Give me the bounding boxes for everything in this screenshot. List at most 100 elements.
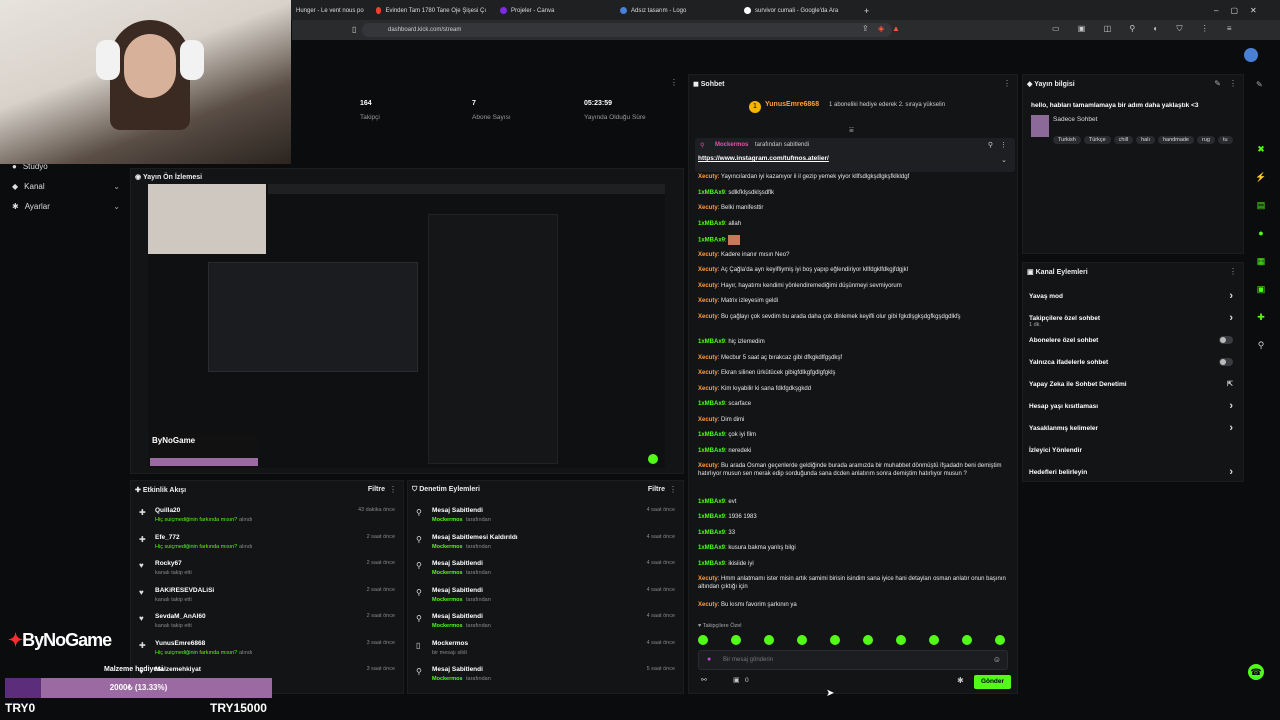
panel-menu-icon[interactable]: ⋮ <box>389 485 397 494</box>
chat-username[interactable]: 1xMBAx9 <box>698 530 725 536</box>
stream-tag[interactable]: handmade <box>1158 136 1194 144</box>
chat-message[interactable]: Xecuty: Mecbur 5 saat aç bırakcaz gibi d… <box>698 354 1010 362</box>
pinned-link[interactable]: https://www.instagram.com/tufmos.atelier… <box>698 155 829 162</box>
channel-action-item[interactable]: Yasaklanmış kelimeler › <box>1029 422 1239 434</box>
toolbar-button[interactable]: ▤ <box>1254 198 1268 212</box>
toolbar-button[interactable]: ▣ <box>1254 282 1268 296</box>
panel-menu-icon[interactable]: ⋮ <box>1229 267 1237 276</box>
emoji-icon[interactable]: ☺ <box>993 655 1001 664</box>
minimize-icon[interactable]: – <box>1214 6 1218 15</box>
chat-username[interactable]: Xecuty <box>698 355 718 361</box>
chat-message[interactable]: 1xMBAx9: ikisiide iyi <box>698 560 1010 568</box>
emote-icon[interactable] <box>731 635 741 645</box>
chat-message[interactable]: 1xMBAx9: 1936 1983 <box>698 513 1010 521</box>
brave-shield-icon[interactable]: ◈ <box>878 24 884 33</box>
bookmark-icon[interactable]: ▯ <box>352 25 356 34</box>
chat-username[interactable]: 1xMBAx9 <box>698 432 725 438</box>
chevron-right-icon[interactable]: › <box>1229 290 1233 302</box>
chat-username[interactable]: 1xMBAx9 <box>698 561 725 567</box>
toggle-switch[interactable] <box>1219 358 1233 366</box>
channel-action-item[interactable]: Yapay Zeka ile Sohbet Denetimi ⇱ <box>1029 381 1239 388</box>
filter-button[interactable]: Filtre <box>368 486 385 493</box>
stream-tag[interactable]: tu <box>1217 136 1233 144</box>
chat-username[interactable]: 1xMBAx9 <box>698 238 725 244</box>
chat-username[interactable]: Xecuty <box>698 576 718 582</box>
link-icon[interactable]: ⚯ <box>701 676 707 684</box>
chat-username[interactable]: 1xMBAx9 <box>698 221 725 227</box>
filter-button[interactable]: Filtre <box>648 486 665 493</box>
browser-tab[interactable]: Adsız tasarım - Logo <box>620 3 720 18</box>
toolbar-button[interactable]: ✖ <box>1254 142 1268 156</box>
chat-message[interactable]: 1xMBAx9: 33 <box>698 529 1010 537</box>
chat-username[interactable]: 1xMBAx9 <box>698 401 725 407</box>
moderation-row[interactable]: ⚲ Mesaj Sabitlendi Mockermos tarafından 4 sa… <box>416 613 675 639</box>
emote-icon[interactable] <box>995 635 1005 645</box>
external-link-icon[interactable]: ⇱ <box>1227 380 1233 388</box>
chat-username[interactable]: 1xMBAx9 <box>698 190 725 196</box>
stream-tag[interactable]: chill <box>1113 136 1134 144</box>
chat-message[interactable]: Xecuty: Bu kısmı favorim şarkının ya <box>698 601 1010 609</box>
chat-message[interactable]: Xecuty: Hmm anlatmamı ister misin artık … <box>698 575 1010 591</box>
chat-username[interactable]: Xecuty <box>698 283 718 289</box>
moderation-row[interactable]: ⚲ Mesaj Sabitlendi Mockermos tarafından 4 sa… <box>416 507 675 533</box>
chevron-right-icon[interactable]: › <box>1229 422 1233 434</box>
new-tab-button[interactable]: + <box>864 3 874 18</box>
chevron-right-icon[interactable]: › <box>1229 400 1233 412</box>
chat-username[interactable]: Xecuty <box>698 298 718 304</box>
chat-message[interactable]: 1xMBAx9: <box>698 235 1010 245</box>
chat-message[interactable]: Xecuty: Dim dimi <box>698 416 1010 424</box>
edit-icon[interactable]: ✎ <box>1214 79 1221 88</box>
stream-tag[interactable]: Turkish <box>1053 136 1081 144</box>
browser-tab[interactable]: Evinden Tam 1780 Tane Oje Şişesi Çı <box>376 3 486 18</box>
stream-tag[interactable]: halı <box>1136 136 1155 144</box>
chat-username[interactable]: Xecuty <box>698 386 718 392</box>
browser-tab[interactable]: Hunger - Le vent nous po <box>296 3 368 18</box>
emote-icon[interactable] <box>896 635 906 645</box>
chat-message[interactable]: 1xMBAx9: kusura bakma yanlış bilgi <box>698 544 1010 552</box>
chat-username[interactable]: 1xMBAx9 <box>698 514 725 520</box>
channel-action-item[interactable]: Abonelere özel sohbet <box>1029 336 1239 344</box>
chat-message[interactable]: Xecuty: Bu arada Osman geçenlerde geldiğ… <box>698 462 1010 478</box>
chevron-right-icon[interactable]: › <box>1229 312 1233 324</box>
inventory-icon[interactable]: ▣ <box>733 676 740 684</box>
stats-menu-icon[interactable]: ⋮ <box>670 78 678 87</box>
chat-username[interactable]: Xecuty <box>698 267 718 273</box>
chat-message[interactable]: 1xMBAx9: allah <box>698 220 1010 228</box>
chat-username[interactable]: Xecuty <box>698 174 718 180</box>
unpin-icon[interactable]: ⚲ <box>988 141 993 149</box>
emote-icon[interactable] <box>698 635 708 645</box>
close-icon[interactable]: ✕ <box>1250 6 1257 15</box>
chat-username[interactable]: Xecuty <box>698 602 718 608</box>
chevron-right-icon[interactable]: › <box>1229 466 1233 478</box>
toolbar-icons[interactable]: ▭ ▣ ◫ ⚲ ◐ ⛉ ⋮ ≡ <box>1052 24 1240 34</box>
chat-username[interactable]: 1xMBAx9 <box>698 339 725 345</box>
send-button[interactable]: Gönder <box>974 675 1011 689</box>
moderation-row[interactable]: ⚲ Mesaj Sabitlendi Mockermos tarafından 5 sa… <box>416 666 675 692</box>
activity-row[interactable]: ♥ Rocky67 kanalı takip etti 2 saat önce <box>139 560 395 586</box>
stream-preview-video[interactable]: ByNoGame <box>148 184 665 468</box>
moderation-row[interactable]: ⚲ Mesaj Sabitlendi Mockermos tarafından 4 sa… <box>416 560 675 586</box>
toolbar-button[interactable]: ▦ <box>1254 254 1268 268</box>
channel-action-item[interactable]: Hedefleri belirleyin › <box>1029 466 1239 478</box>
toggle-switch[interactable] <box>1219 336 1233 344</box>
sidebar-item-settings[interactable]: ✱ Ayarlar ⌄ <box>12 202 120 211</box>
chat-message[interactable]: Xecuty: Kim kıyabilir ki sana fdkfgdkşgk… <box>698 385 1010 393</box>
maximize-icon[interactable]: ▢ <box>1230 6 1238 15</box>
toolbar-button[interactable]: ✚ <box>1254 310 1268 324</box>
mic-icon[interactable]: ● <box>707 656 711 663</box>
channel-action-item[interactable]: Hesap yaşı kısıtlaması › <box>1029 400 1239 412</box>
share-icon[interactable]: ⇪ <box>862 24 869 33</box>
chat-message[interactable]: Xecuty: Hayır, hayatımı kendimi yönlendi… <box>698 282 1010 290</box>
chat-username[interactable]: 1xMBAx9 <box>698 499 725 505</box>
chevron-down-icon[interactable]: ⌄ <box>1001 156 1007 164</box>
chat-message[interactable]: 1xMBAx9: neredeki <box>698 447 1010 455</box>
moderation-row[interactable]: ⚲ Mesaj Sabitlendi Mockermos tarafından 4 sa… <box>416 587 675 613</box>
activity-row[interactable]: ♥ BAKiRESEVDALiSi kanalı takip etti 2 saat … <box>139 587 395 613</box>
chat-username[interactable]: Xecuty <box>698 205 718 211</box>
emote-icon[interactable] <box>830 635 840 645</box>
chat-input[interactable]: ● Bir mesaj gönderin ☺ <box>698 650 1008 670</box>
help-button[interactable]: ☎ <box>1248 664 1264 680</box>
chat-username[interactable]: Xecuty <box>698 463 718 469</box>
chat-message[interactable]: Xecuty: Yayıncılardan iyi kazanıyor il i… <box>698 173 1010 181</box>
chat-username[interactable]: 1xMBAx9 <box>698 448 725 454</box>
